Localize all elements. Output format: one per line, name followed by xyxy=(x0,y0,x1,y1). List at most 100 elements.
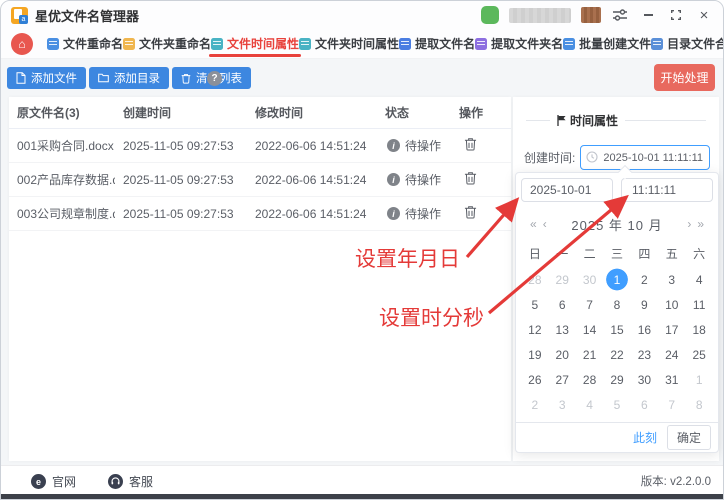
calendar-day[interactable]: 27 xyxy=(549,367,576,392)
tab[interactable]: 文件夹重命名 xyxy=(123,29,211,58)
tab[interactable]: 目录文件合并/提取 xyxy=(651,29,723,58)
datetime-picker-popup: « ‹ 2025 年 10 月 › » 日一二三四五六 282930123456… xyxy=(515,164,719,453)
calendar-day[interactable]: 22 xyxy=(603,342,630,367)
calendar-day[interactable]: 30 xyxy=(576,267,603,292)
date-input[interactable] xyxy=(521,178,613,202)
settings-sliders-icon[interactable] xyxy=(611,6,629,24)
delete-icon[interactable] xyxy=(464,137,477,151)
tab-bar: ⌂ 文件重命名 文件夹重命名 文件时间属性 文件夹时间属性 提取文件名 提取文件… xyxy=(1,29,723,59)
calendar-day[interactable]: 28 xyxy=(521,267,548,292)
time-input[interactable] xyxy=(621,178,713,202)
status-cell: i 待操作 xyxy=(377,205,451,222)
calendar-day[interactable]: 5 xyxy=(603,392,630,417)
calendar-day[interactable]: 23 xyxy=(631,342,658,367)
table-row: 003公司规章制度.docx 2025-11-05 09:27:53 2022-… xyxy=(9,197,511,231)
tab[interactable]: 提取文件名 xyxy=(399,29,475,58)
file-time-icon xyxy=(211,37,224,50)
calendar-day[interactable]: 8 xyxy=(685,392,712,417)
calendar-day[interactable]: 28 xyxy=(576,367,603,392)
start-process-button[interactable]: 开始处理 xyxy=(654,64,715,91)
tab-bar-list: 文件重命名 文件夹重命名 文件时间属性 文件夹时间属性 提取文件名 提取文件夹名… xyxy=(47,29,723,58)
modified-time-cell: 2022-06-06 14:51:24 xyxy=(255,206,367,221)
calendar-day[interactable]: 25 xyxy=(685,342,712,367)
calendar-day[interactable]: 13 xyxy=(549,317,576,342)
delete-icon[interactable] xyxy=(464,205,477,219)
tab-label: 批量创建文件 xyxy=(579,37,652,51)
close-button[interactable]: × xyxy=(695,6,713,24)
calendar-day[interactable]: 29 xyxy=(549,267,576,292)
section-title: 时间属性 xyxy=(570,114,619,128)
calendar-grid: 28 29 30 1 2 3 4 5 6 7 8 9 10 11 12 13 14 15 16 17 18 19 20 21 2… xyxy=(516,267,718,417)
batch-create-file-icon xyxy=(563,37,576,50)
tab[interactable]: 文件时间属性 xyxy=(209,29,302,58)
calendar-day[interactable]: 17 xyxy=(658,317,685,342)
action-cell xyxy=(451,205,511,222)
calendar-day[interactable]: 8 xyxy=(603,292,630,317)
calendar-day[interactable]: 5 xyxy=(521,292,548,317)
calendar-day[interactable]: 15 xyxy=(603,317,630,342)
add-directory-button[interactable]: 添加目录 xyxy=(89,67,169,89)
column-header: 操作 xyxy=(459,106,484,120)
action-cell xyxy=(451,171,511,188)
maximize-button[interactable] xyxy=(667,6,685,24)
calendar-day[interactable]: 2 xyxy=(631,267,658,292)
prev-month-icon[interactable]: ‹ xyxy=(540,217,550,231)
calendar-day[interactable]: 4 xyxy=(576,392,603,417)
calendar-day[interactable]: 6 xyxy=(631,392,658,417)
calendar-day[interactable]: 12 xyxy=(521,317,548,342)
calendar-day[interactable]: 31 xyxy=(658,367,685,392)
calendar-day[interactable]: 9 xyxy=(631,292,658,317)
calendar-day[interactable]: 4 xyxy=(685,267,712,292)
calendar-day[interactable]: 2 xyxy=(521,392,548,417)
calendar-day[interactable]: 14 xyxy=(576,317,603,342)
tab[interactable]: 批量创建文件 xyxy=(563,29,651,58)
calendar-day[interactable]: 7 xyxy=(576,292,603,317)
add-file-button[interactable]: 添加文件 xyxy=(7,67,86,89)
support-link[interactable]: 客服 xyxy=(108,473,153,490)
tab-label: 目录文件合并/提取 xyxy=(667,37,723,51)
calendar-day[interactable]: 6 xyxy=(549,292,576,317)
picker-footer: 此刻 确定 xyxy=(516,422,718,452)
delete-icon[interactable] xyxy=(464,171,477,185)
calendar-day[interactable]: 30 xyxy=(631,367,658,392)
prev-year-icon[interactable]: « xyxy=(527,217,540,231)
next-month-icon[interactable]: › xyxy=(684,217,694,231)
column-header: 原文件名(3) xyxy=(17,106,80,120)
calendar-day[interactable]: 3 xyxy=(549,392,576,417)
trash-icon xyxy=(181,73,191,84)
help-icon[interactable]: ? xyxy=(207,71,222,86)
calendar-day[interactable]: 16 xyxy=(631,317,658,342)
now-link[interactable]: 此刻 xyxy=(633,429,657,446)
confirm-button[interactable]: 确定 xyxy=(666,425,711,450)
calendar-day[interactable]: 7 xyxy=(658,392,685,417)
calendar-day[interactable]: 10 xyxy=(658,292,685,317)
calendar-day[interactable]: 11 xyxy=(685,292,712,317)
column-header: 修改时间 xyxy=(255,106,304,120)
calendar-day[interactable]: 26 xyxy=(521,367,548,392)
app-title: 星优文件名管理器 xyxy=(35,8,140,24)
next-year-icon[interactable]: » xyxy=(694,217,707,231)
calendar-day[interactable]: 21 xyxy=(576,342,603,367)
folder-icon xyxy=(98,73,109,83)
created-time-label: 创建时间: xyxy=(524,151,576,165)
tab[interactable]: 提取文件夹名 xyxy=(475,29,563,58)
calendar-day[interactable]: 29 xyxy=(603,367,630,392)
weekday-label: 一 xyxy=(556,247,569,261)
user-avatar[interactable] xyxy=(481,6,499,24)
tab[interactable]: 文件重命名 xyxy=(47,29,123,58)
calendar-day[interactable]: 1 xyxy=(603,267,631,292)
home-icon[interactable]: ⌂ xyxy=(11,32,33,55)
calendar-day[interactable]: 24 xyxy=(658,342,685,367)
file-name-cell: 002产品库存数据.docx xyxy=(17,173,115,187)
website-link[interactable]: e 官网 xyxy=(31,473,76,490)
calendar-day[interactable]: 3 xyxy=(658,267,685,292)
calendar-day[interactable]: 19 xyxy=(521,342,548,367)
footer-bar: e 官网 客服 xyxy=(1,465,723,497)
tab[interactable]: 文件夹时间属性 xyxy=(299,29,399,58)
calendar-day[interactable]: 18 xyxy=(685,317,712,342)
created-datetime-input[interactable] xyxy=(580,145,711,170)
calendar-day[interactable]: 1 xyxy=(685,367,712,392)
merge-extract-icon xyxy=(651,37,664,50)
minimize-button[interactable] xyxy=(639,6,657,24)
calendar-day[interactable]: 20 xyxy=(549,342,576,367)
